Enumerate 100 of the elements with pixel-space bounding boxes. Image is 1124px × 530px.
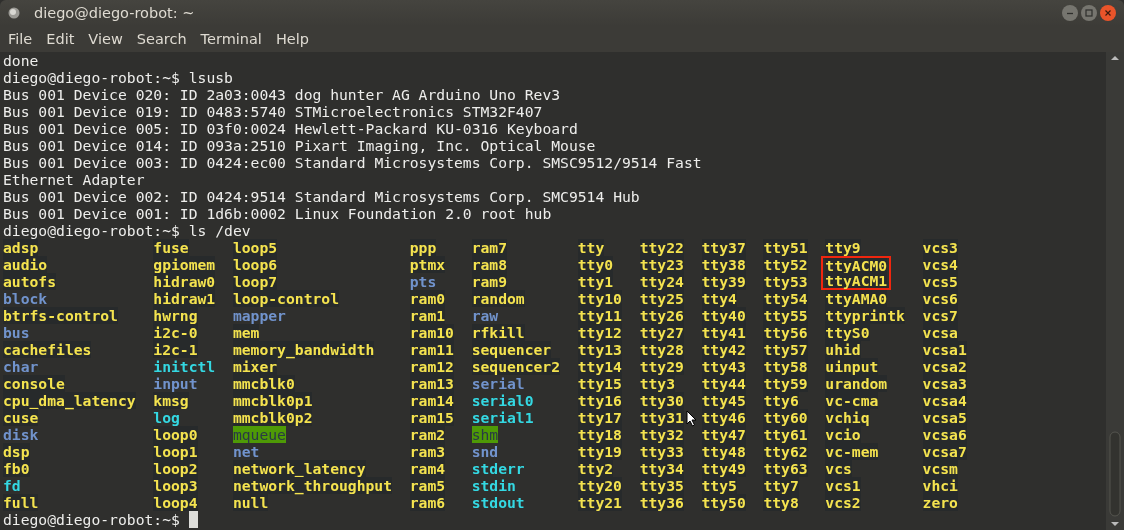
file-name: full: [3, 494, 39, 511]
file-name: vc-cma: [825, 392, 879, 409]
close-icon: [1104, 9, 1112, 17]
file-name: tty30: [639, 392, 684, 409]
file-name: tty60: [763, 409, 808, 426]
file-name: audio: [3, 256, 48, 273]
menu-item[interactable]: Search: [131, 31, 192, 47]
file-name: loop3: [153, 477, 198, 494]
file-name: bus: [3, 324, 30, 341]
file-name: log: [153, 409, 180, 426]
menu-item[interactable]: Help: [270, 31, 314, 47]
file-name: vcsa4: [922, 392, 967, 409]
file-name: cuse: [3, 409, 39, 426]
file-name: tty9: [825, 239, 861, 256]
file-name: tty62: [763, 443, 808, 460]
file-name: snd: [471, 443, 499, 460]
file-name: vcsa7: [922, 443, 967, 460]
file-name: ptmx: [409, 256, 446, 273]
file-name: i2c-0: [153, 324, 198, 341]
close-button[interactable]: [1100, 5, 1116, 21]
output-line: Ethernet Adapter: [3, 171, 145, 188]
file-name: tty23: [639, 256, 684, 273]
file-name: ram14: [409, 392, 454, 409]
file-name: hidraw0: [153, 273, 216, 290]
file-name: uinput: [825, 358, 879, 375]
file-name: tty24: [639, 273, 684, 290]
file-name: char: [3, 358, 39, 375]
file-name: ram13: [409, 375, 454, 392]
file-name: urandom: [825, 375, 888, 392]
file-name: loop2: [153, 460, 198, 477]
file-name: ram5: [409, 477, 446, 494]
file-name: network_latency: [232, 460, 366, 477]
menu-item[interactable]: View: [83, 31, 128, 47]
file-name: ram3: [409, 443, 446, 460]
output-line: Bus 001 Device 001: ID 1d6b:0002 Linux Foundation 2.0 root hub: [3, 205, 552, 222]
shell-prompt: diego@diego-robot:~$: [3, 69, 180, 86]
file-name: vcsa3: [922, 375, 967, 392]
menu-item[interactable]: Edit: [41, 31, 80, 47]
window-title: diego@diego-robot: ~: [34, 5, 196, 21]
file-name: tty35: [639, 477, 684, 494]
file-name: ram7: [471, 239, 507, 256]
minimize-button[interactable]: [1062, 5, 1078, 21]
file-name: ttyS0: [825, 324, 870, 341]
maximize-button[interactable]: [1081, 5, 1097, 21]
file-name: stdout: [471, 494, 525, 511]
file-name: vcs5: [922, 273, 958, 290]
file-name: vcs6: [922, 290, 958, 307]
file-name: raw: [471, 307, 499, 324]
file-name: tty28: [639, 341, 684, 358]
file-name: tty32: [639, 426, 684, 443]
output-line: Bus 001 Device 014: ID 093a:2510 Pixart Imaging, Inc. Optical Mouse: [3, 137, 596, 154]
output-line: Bus 001 Device 019: ID 0483:5740 STMicroelectronics STM32F407: [3, 103, 543, 120]
file-name: vcs: [825, 460, 852, 477]
file-name: tty52: [763, 256, 808, 273]
file-name: tty8: [763, 494, 799, 511]
file-name: gpiomem: [153, 256, 216, 273]
file-name: null: [232, 494, 269, 511]
file-name: tty48: [701, 443, 746, 460]
file-name: tty42: [701, 341, 746, 358]
file-name: serial1: [471, 409, 534, 426]
command-text: lsusb: [187, 69, 233, 86]
file-name: console: [3, 375, 65, 392]
file-name: random: [471, 290, 525, 307]
file-name: network_throughput: [232, 477, 393, 494]
file-name: tty14: [577, 358, 622, 375]
file-name: loop5: [232, 239, 278, 256]
file-name: tty13: [577, 341, 622, 358]
file-name: dsp: [3, 443, 30, 460]
file-name: vchiq: [825, 409, 870, 426]
file-name: vc-mem: [825, 443, 879, 460]
file-name: autofs: [3, 273, 57, 290]
file-name: i2c-1: [153, 341, 198, 358]
file-name: tty45: [701, 392, 746, 409]
file-name: tty36: [639, 494, 684, 511]
file-name: fd: [3, 477, 21, 494]
file-name: ram1: [409, 307, 446, 324]
file-name: btrfs-control: [3, 307, 118, 324]
file-name: serial: [471, 375, 525, 392]
command-text: ls /dev: [187, 222, 251, 239]
file-name: ttyACM0: [825, 258, 888, 273]
file-name: fb0: [3, 460, 30, 477]
file-name: ram11: [409, 341, 454, 358]
file-name: ram12: [409, 358, 454, 375]
file-name: loop4: [153, 494, 198, 511]
menu-item[interactable]: Terminal: [195, 31, 267, 47]
file-name: tty22: [639, 239, 684, 256]
file-name: vcio: [825, 426, 861, 443]
file-name: tty40: [701, 307, 746, 324]
file-name: tty50: [701, 494, 746, 511]
file-name: tty57: [763, 341, 808, 358]
file-name: kmsg: [153, 392, 189, 409]
file-name: tty47: [701, 426, 746, 443]
file-name: tty53: [763, 273, 808, 290]
file-name: ram10: [409, 324, 454, 341]
file-name: vcs4: [922, 256, 958, 273]
file-name: tty18: [577, 426, 622, 443]
file-name: ram8: [471, 256, 507, 273]
menu-item[interactable]: File: [3, 31, 38, 47]
file-name: tty37: [701, 239, 746, 256]
file-name: tty34: [639, 460, 684, 477]
